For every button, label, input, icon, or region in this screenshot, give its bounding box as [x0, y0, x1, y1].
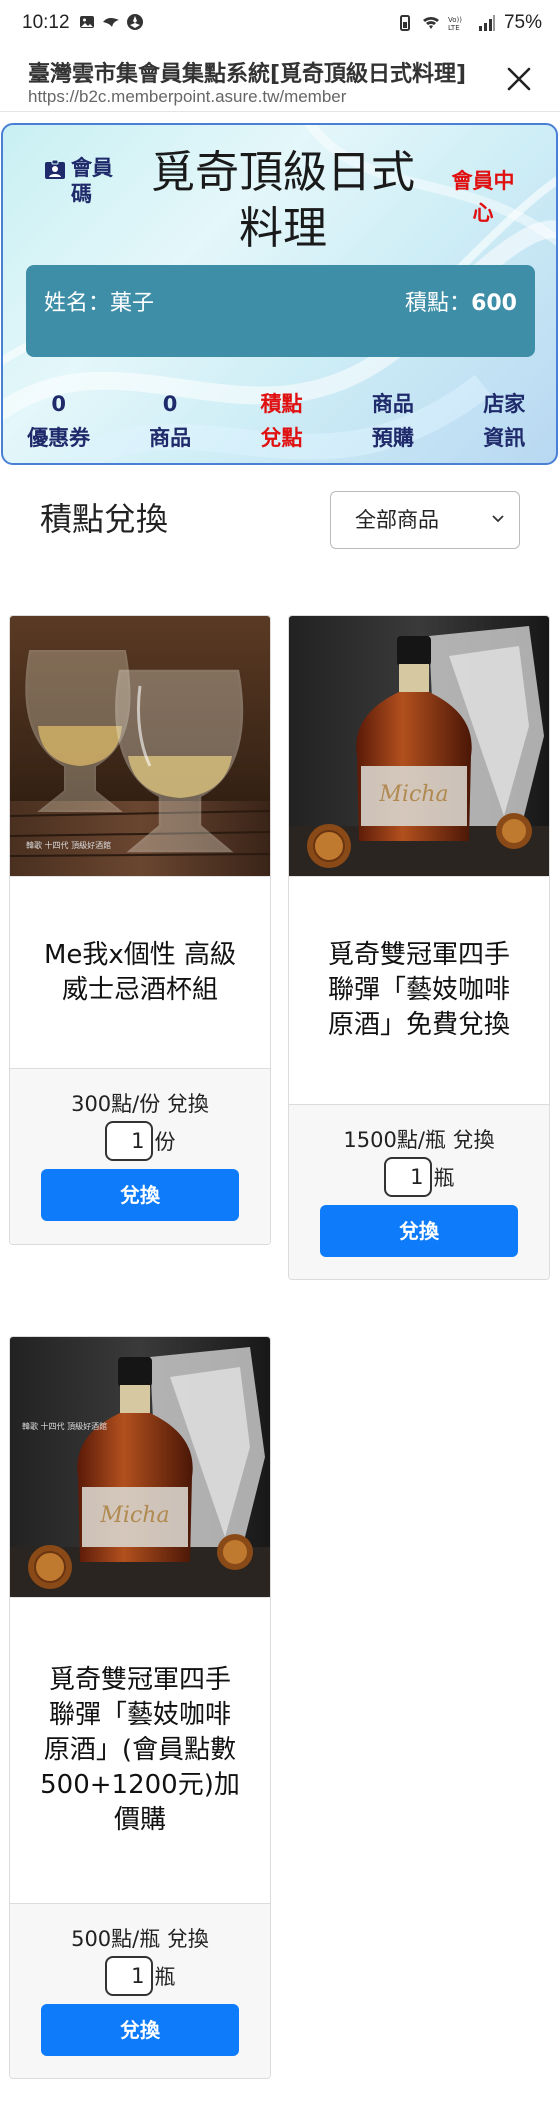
quantity-input[interactable]: 1 — [383, 1157, 432, 1197]
page-title: 臺灣雲市集會員集點系統[覓奇頂級日式料理] — [28, 62, 467, 87]
id-card-icon — [45, 159, 65, 179]
points-label: 積點： — [405, 291, 472, 316]
signal-icon — [478, 15, 495, 31]
svg-text:Vo)): Vo)) — [448, 16, 462, 24]
product-price: 500點/瓶 兌換 — [71, 1927, 209, 1951]
nav-preorder[interactable]: 商品 預購 — [337, 387, 448, 455]
product-name: Me我x個性 高級威士忌酒杯組 — [10, 876, 270, 1068]
product-card: Micha 覓奇雙冠軍四手聯彈「藝妓咖啡原酒」免費兌換 1500點/瓶 兌換 1… — [288, 615, 550, 1280]
product-footer: 1500點/瓶 兌換 1 瓶 兌換 — [289, 1104, 549, 1279]
svg-text:LTE: LTE — [448, 24, 460, 32]
quantity-row: 1 瓶 — [10, 1956, 270, 1996]
quantity-input[interactable]: 1 — [104, 1956, 153, 1996]
nav-products-count: 0 — [162, 392, 178, 416]
nav-coupons-count: 0 — [51, 392, 66, 416]
redeem-button[interactable]: 兌換 — [320, 1205, 518, 1257]
product-footer: 500點/瓶 兌換 1 瓶 兌換 — [10, 1903, 270, 2078]
product-price: 1500點/瓶 兌換 — [343, 1128, 495, 1152]
battery-level: 75% — [503, 12, 542, 33]
product-name: 覓奇雙冠軍四手聯彈「藝妓咖啡原酒」免費兌換 — [289, 876, 549, 1104]
member-code-button[interactable]: 會員碼 — [43, 155, 133, 207]
member-center-link[interactable]: 會員中心 — [443, 165, 523, 229]
card-nav: 0 優惠券 0 商品 積點 兌點 商品 預購 店家 資訊 — [3, 387, 556, 455]
points-value: 600 — [471, 291, 517, 316]
battery-saver-icon — [399, 15, 410, 31]
product-name: 覓奇雙冠軍四手聯彈「藝妓咖啡原酒」(會員點數500+1200元)加價購 — [10, 1597, 270, 1903]
nav-products[interactable]: 0 商品 — [114, 387, 225, 455]
category-selected-value: 全部商品 — [355, 508, 439, 532]
coffee-liqueur-bottle-image: Micha — [289, 616, 549, 876]
wifi-icon — [422, 17, 439, 29]
nav-points-redeem-top: 積點 — [260, 392, 303, 416]
redeem-button[interactable]: 兌換 — [41, 2004, 239, 2056]
bottle-label: Micha — [99, 1503, 169, 1528]
status-time: 10:12 — [22, 12, 70, 33]
image-caption: 韓歌 十四代 頂級好酒館 — [22, 1421, 107, 1431]
bottle-label: Micha — [378, 782, 448, 807]
image-caption: 韓歌 十四代 頂級好酒館 — [26, 840, 111, 850]
member-name: 姓名：菓子 — [44, 291, 155, 316]
nav-store-info-bottom: 資訊 — [483, 426, 526, 450]
coffee-liqueur-bottle-image: Micha 韓歌 十四代 頂級好酒館 — [10, 1337, 270, 1597]
volte-icon: Vo))LTE — [448, 16, 462, 32]
quantity-input[interactable]: 1 — [104, 1121, 153, 1161]
notification-icons — [78, 13, 144, 31]
nav-products-label: 商品 — [149, 426, 192, 450]
shop-name: 覓奇頂級日式料理 — [151, 147, 415, 254]
nav-preorder-bottom: 預購 — [371, 426, 414, 450]
quantity-unit: 瓶 — [433, 1166, 455, 1190]
nav-store-info-top: 店家 — [483, 392, 526, 416]
system-status: Vo)) LTE 75% — [396, 12, 542, 34]
browser-header: 臺灣雲市集會員集點系統[覓奇頂級日式料理] https://b2c.member… — [0, 50, 560, 112]
nav-coupons-label: 優惠券 — [27, 426, 91, 450]
member-card: 會員碼 覓奇頂級日式料理 會員中心 姓名：菓子 積點：600 0 優惠券 0 商品 … — [1, 123, 558, 465]
quantity-unit: 份 — [154, 1130, 176, 1154]
whisky-glass-image: 韓歌 十四代 頂級好酒館 — [10, 616, 270, 876]
product-card: Micha 韓歌 十四代 頂級好酒館 覓奇雙冠軍四手聯彈「藝妓咖啡原酒」(會員點… — [9, 1336, 271, 2079]
member-info-bar: 姓名：菓子 積點：600 — [26, 265, 535, 357]
product-price: 300點/份 兌換 — [71, 1092, 209, 1116]
nav-points-redeem[interactable]: 積點 兌點 — [226, 387, 337, 455]
member-points: 積點：600 — [405, 285, 517, 317]
chevron-down-icon — [492, 515, 504, 523]
quantity-row: 1 瓶 — [289, 1157, 549, 1197]
nav-store-info[interactable]: 店家 資訊 — [449, 387, 556, 455]
member-code-label: 會員碼 — [71, 156, 113, 206]
page-url[interactable]: https://b2c.memberpoint.asure.tw/member — [28, 87, 346, 107]
nav-coupons[interactable]: 0 優惠券 — [3, 387, 114, 455]
section-title: 積點兌換 — [40, 500, 169, 538]
close-icon[interactable] — [504, 64, 534, 94]
quantity-row: 1 份 — [10, 1121, 270, 1161]
bird-icon — [103, 17, 119, 27]
nav-points-redeem-bottom: 兌點 — [260, 426, 303, 450]
image-icon — [80, 16, 94, 28]
status-bar: 10:12 Vo)) LTE 75% — [0, 0, 560, 50]
product-card: 韓歌 十四代 頂級好酒館 Me我x個性 高級威士忌酒杯組 300點/份 兌換 1… — [9, 615, 271, 1245]
nav-preorder-top: 商品 — [371, 392, 414, 416]
product-footer: 300點/份 兌換 1 份 兌換 — [10, 1068, 270, 1244]
redeem-button[interactable]: 兌換 — [41, 1169, 239, 1221]
apps-icon — [127, 14, 143, 30]
category-select[interactable]: 全部商品 — [330, 491, 520, 549]
quantity-unit: 瓶 — [154, 1965, 176, 1989]
